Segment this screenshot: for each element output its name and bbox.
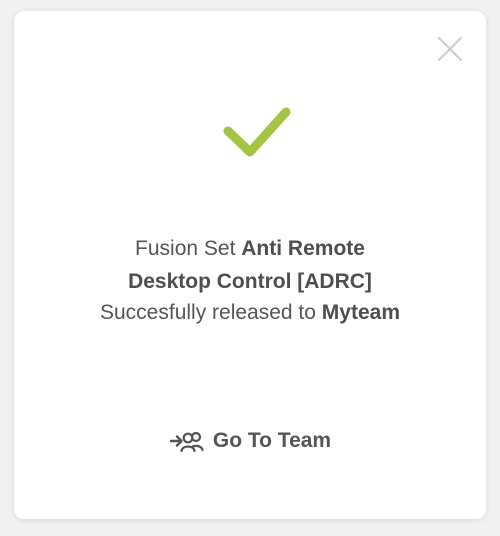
fusion-set-name-part2: Desktop Control [ADRC] bbox=[128, 270, 372, 293]
message-line-2: Desktop Control [ADRC] bbox=[14, 266, 486, 297]
release-message: Fusion Set Anti Remote Desktop Control [… bbox=[14, 233, 486, 328]
go-to-team-button[interactable]: Go To Team bbox=[14, 429, 486, 453]
fusion-set-prefix: Fusion Set bbox=[135, 237, 242, 260]
message-line-3: Succesfully released to Myteam bbox=[14, 297, 486, 328]
check-icon bbox=[223, 107, 291, 157]
team-arrow-icon bbox=[169, 431, 204, 453]
success-dialog: Fusion Set Anti Remote Desktop Control [… bbox=[14, 11, 486, 519]
released-to-prefix: Succesfully released to bbox=[100, 301, 322, 324]
fusion-set-name-part1: Anti Remote bbox=[241, 237, 365, 260]
close-button[interactable] bbox=[434, 33, 466, 65]
team-name: Myteam bbox=[321, 301, 400, 324]
go-to-team-label: Go To Team bbox=[212, 429, 332, 452]
close-icon bbox=[437, 36, 463, 62]
message-line-1: Fusion Set Anti Remote bbox=[14, 233, 486, 264]
